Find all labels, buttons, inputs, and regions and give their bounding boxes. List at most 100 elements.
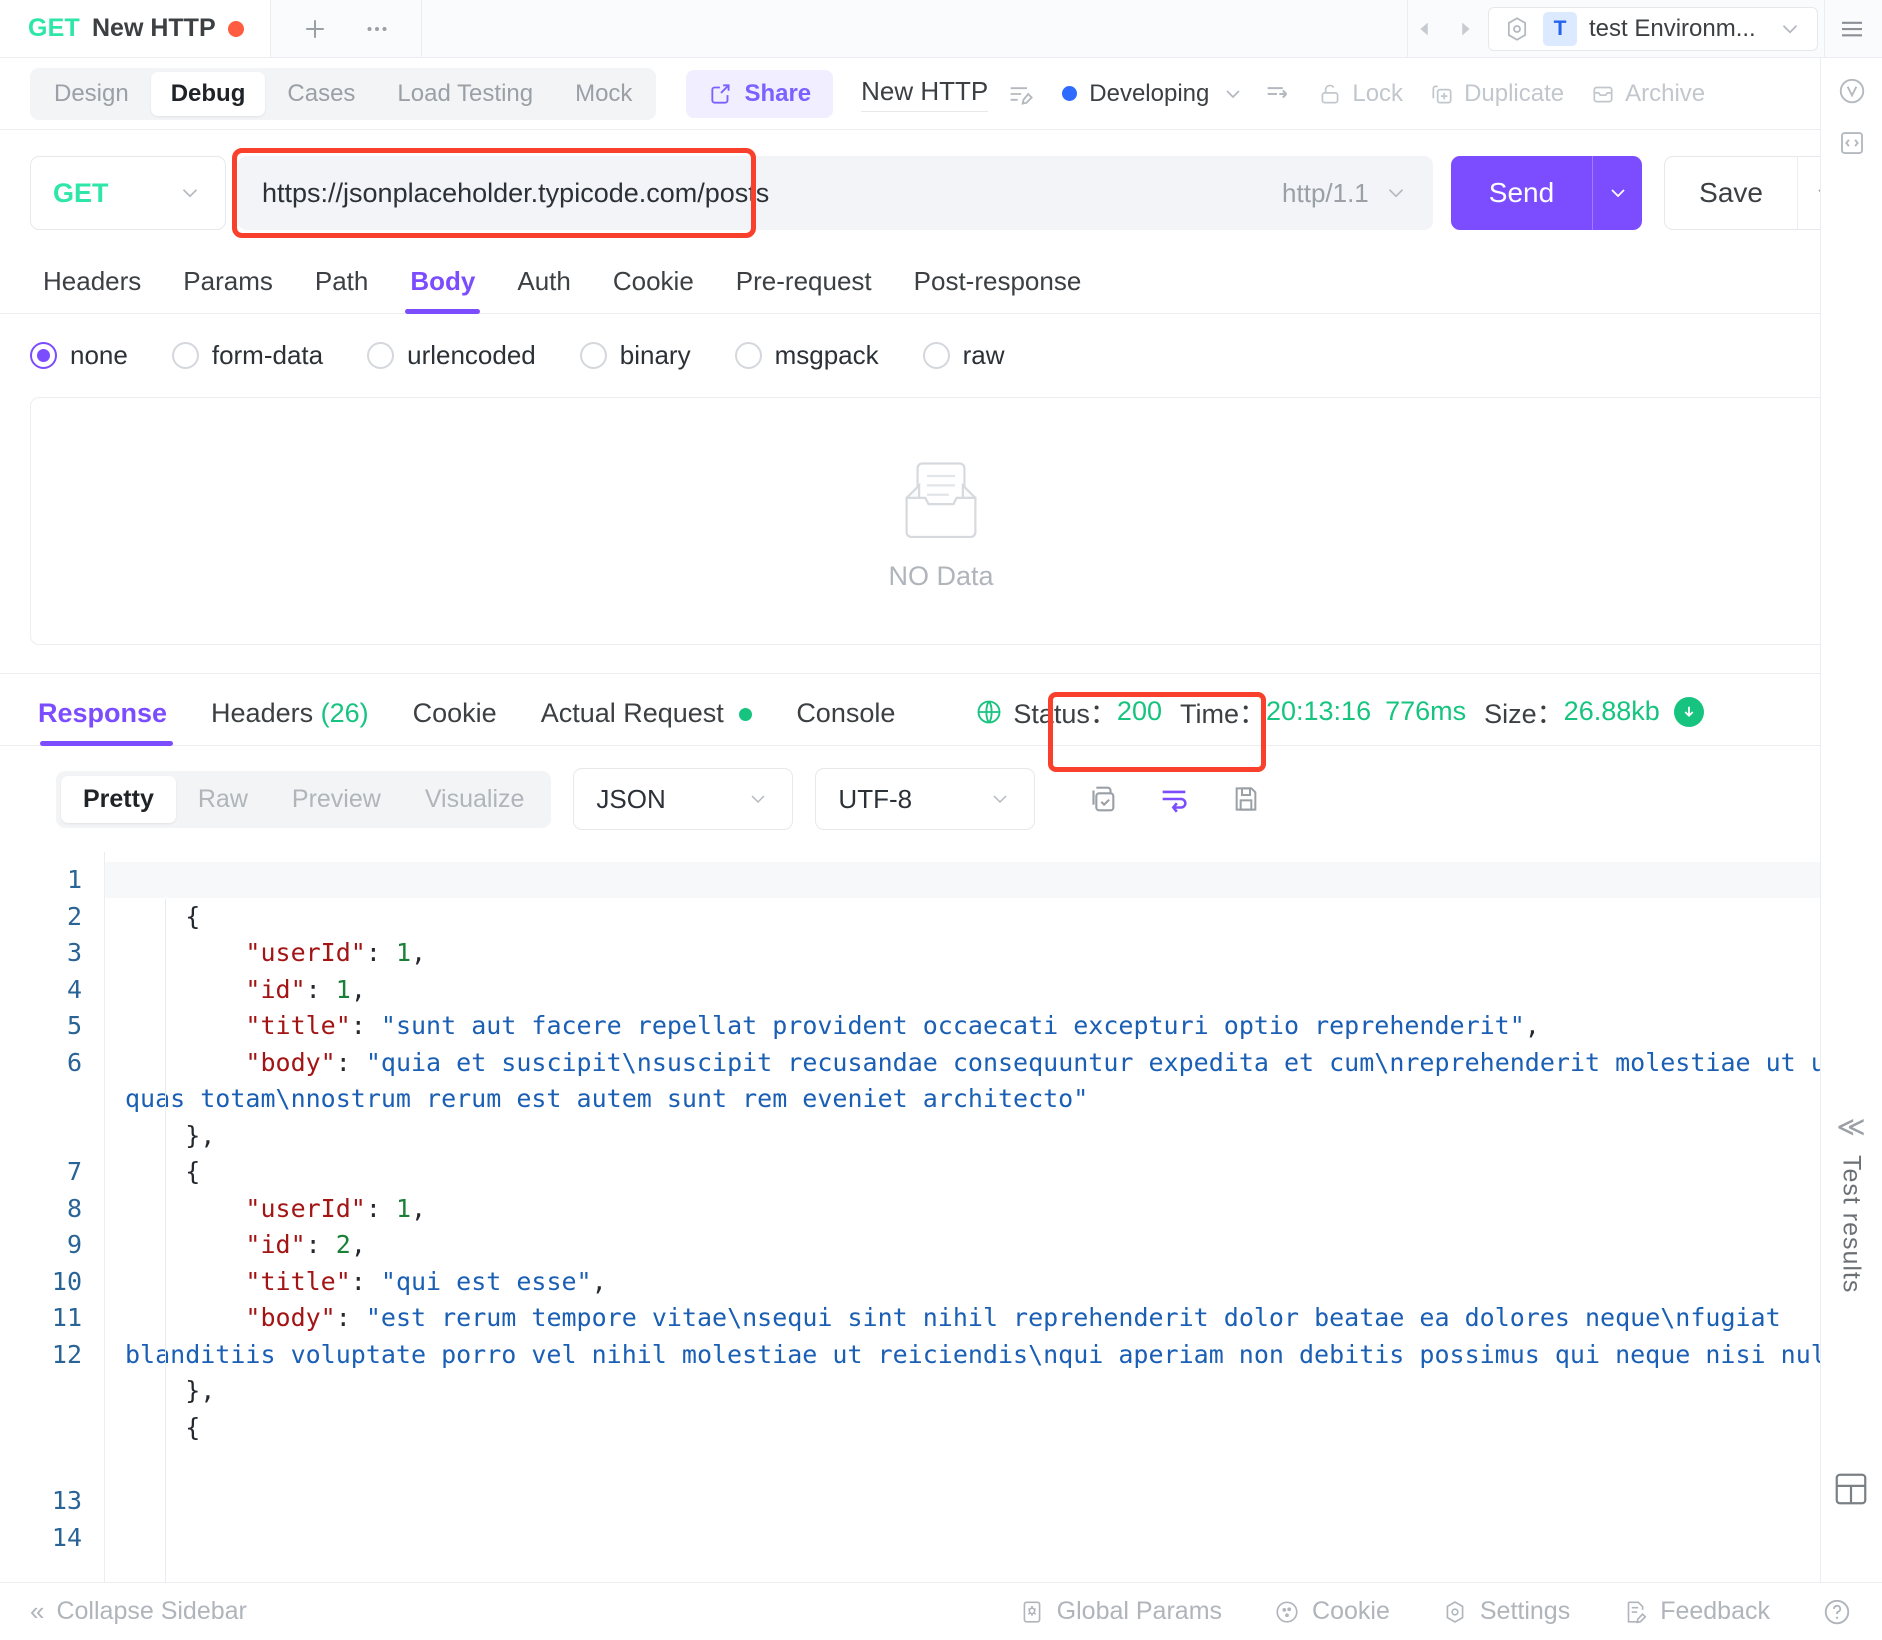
- view-preview[interactable]: Preview: [270, 776, 403, 823]
- more-tabs-button[interactable]: [351, 9, 403, 49]
- tab-design[interactable]: Design: [34, 72, 149, 116]
- headers-count: (26): [321, 698, 369, 728]
- line-number: 6: [0, 1045, 82, 1082]
- edit-description-icon[interactable]: [1006, 80, 1034, 108]
- send-options-caret[interactable]: [1592, 156, 1642, 230]
- tab-headers[interactable]: Headers: [30, 266, 162, 313]
- tab-actual-request[interactable]: Actual Request: [519, 698, 775, 745]
- tab-debug[interactable]: Debug: [151, 72, 266, 116]
- lock-button[interactable]: Lock: [1317, 80, 1403, 108]
- body-type-radio-group: none form-data urlencoded binary msgpack…: [0, 314, 1882, 393]
- archive-button[interactable]: Archive: [1590, 80, 1705, 108]
- view-pretty[interactable]: Pretty: [61, 776, 176, 823]
- tab-body[interactable]: Body: [389, 266, 496, 313]
- request-status-dropdown[interactable]: Developing: [1062, 80, 1245, 108]
- copy-check-icon[interactable]: [1075, 772, 1129, 826]
- request-tab-new-http[interactable]: GET New HTTP: [0, 0, 271, 57]
- tab-mock[interactable]: Mock: [555, 72, 652, 116]
- request-tab-method: GET: [28, 14, 80, 43]
- settings-button[interactable]: Settings: [1442, 1597, 1570, 1626]
- tab-cookie[interactable]: Cookie: [592, 266, 715, 313]
- body-type-none[interactable]: none: [30, 340, 128, 371]
- view-raw[interactable]: Raw: [176, 776, 270, 823]
- download-icon[interactable]: [1674, 697, 1704, 727]
- empty-inbox-icon: [891, 451, 991, 551]
- body-type-form-data-label: form-data: [212, 340, 323, 371]
- body-type-urlencoded-label: urlencoded: [407, 340, 536, 371]
- environment-name: test Environm...: [1589, 15, 1765, 43]
- encoding-select[interactable]: UTF-8: [815, 768, 1035, 830]
- main-menu-button[interactable]: [1824, 0, 1878, 58]
- tab-pre-request[interactable]: Pre-request: [715, 266, 893, 313]
- nav-prev-button[interactable]: [1408, 9, 1442, 49]
- request-status-label: Developing: [1089, 80, 1209, 108]
- response-code-viewer[interactable]: 1 2 3 4 5 6 7 8 9 10 11 12 13 14 [ { "us…: [0, 852, 1882, 1582]
- globe-icon: [975, 698, 1003, 726]
- format-value: JSON: [596, 784, 665, 815]
- wrap-lines-icon[interactable]: [1147, 772, 1201, 826]
- code-line: },: [125, 1373, 1882, 1410]
- add-tab-button[interactable]: [289, 9, 341, 49]
- request-title[interactable]: New HTTP: [861, 76, 988, 112]
- cookie-button[interactable]: Cookie: [1274, 1597, 1390, 1626]
- http-method-value: GET: [53, 178, 109, 209]
- chevron-down-icon[interactable]: [1383, 180, 1409, 206]
- protocol-value[interactable]: http/1.1: [1282, 178, 1369, 209]
- api-manager-icon[interactable]: [1837, 76, 1867, 106]
- line-number: 14: [0, 1520, 82, 1557]
- tab-cases[interactable]: Cases: [267, 72, 375, 116]
- test-results-panel-toggle[interactable]: ≪ Test results: [1821, 1110, 1881, 1293]
- line-number: 5: [0, 1008, 82, 1045]
- tab-response-headers[interactable]: Headers (26): [189, 698, 391, 745]
- tab-response-cookie[interactable]: Cookie: [391, 698, 519, 745]
- mode-segmented-control: Design Debug Cases Load Testing Mock: [30, 68, 656, 120]
- save-disk-icon[interactable]: [1219, 772, 1273, 826]
- response-viewer-toolbar: Pretty Raw Preview Visualize JSON UTF-8: [0, 746, 1882, 846]
- line-number: 12: [0, 1337, 82, 1374]
- view-visualize[interactable]: Visualize: [403, 776, 547, 823]
- tab-console[interactable]: Console: [774, 698, 917, 745]
- body-type-binary[interactable]: binary: [580, 340, 691, 371]
- tab-post-response[interactable]: Post-response: [893, 266, 1103, 313]
- tab-auth[interactable]: Auth: [496, 266, 592, 313]
- http-method-select[interactable]: GET: [30, 156, 226, 230]
- move-request-icon[interactable]: [1263, 80, 1291, 108]
- body-type-raw[interactable]: raw: [923, 340, 1005, 371]
- active-line-highlight: [105, 862, 1882, 898]
- url-row: GET https://jsonplaceholder.typicode.com…: [0, 130, 1882, 248]
- json-response-code[interactable]: [ { "userId": 1, "id": 1, "title": "sunt…: [105, 862, 1882, 1446]
- test-results-label: Test results: [1837, 1155, 1866, 1293]
- code-content-wrapper[interactable]: [ { "userId": 1, "id": 1, "title": "sunt…: [104, 852, 1882, 1582]
- url-input[interactable]: https://jsonplaceholder.typicode.com/pos…: [238, 156, 1433, 230]
- tab-bar: GET New HTTP T tes: [0, 0, 1882, 58]
- tab-response[interactable]: Response: [30, 698, 189, 745]
- archive-label: Archive: [1625, 80, 1705, 108]
- environment-selector[interactable]: T test Environm...: [1488, 7, 1818, 51]
- body-type-msgpack[interactable]: msgpack: [735, 340, 879, 371]
- tab-path[interactable]: Path: [294, 266, 390, 313]
- cookie-icon: [1274, 1599, 1300, 1625]
- collapse-sidebar-button[interactable]: « Collapse Sidebar: [30, 1596, 247, 1627]
- duplicate-button[interactable]: Duplicate: [1429, 80, 1564, 108]
- send-button[interactable]: Send: [1451, 156, 1642, 230]
- help-button[interactable]: [1822, 1597, 1852, 1627]
- code-line: "id": 1,: [125, 972, 1882, 1009]
- tab-load-testing[interactable]: Load Testing: [377, 72, 553, 116]
- share-button[interactable]: Share: [686, 70, 833, 118]
- nav-next-button[interactable]: [1448, 9, 1482, 49]
- body-type-urlencoded[interactable]: urlencoded: [367, 340, 536, 371]
- size-value: 26.88kb: [1564, 696, 1660, 727]
- format-select[interactable]: JSON: [573, 768, 793, 830]
- code-line: {: [125, 899, 1882, 936]
- body-type-raw-label: raw: [963, 340, 1005, 371]
- tab-params[interactable]: Params: [162, 266, 294, 313]
- line-number: 8: [0, 1191, 82, 1228]
- code-line: {: [125, 1410, 1882, 1447]
- body-type-form-data[interactable]: form-data: [172, 340, 323, 371]
- layout-toggle-icon[interactable]: [1832, 1470, 1870, 1508]
- feedback-button[interactable]: Feedback: [1622, 1597, 1770, 1626]
- global-params-button[interactable]: Global Params: [1019, 1597, 1222, 1626]
- duration-value: 776ms: [1385, 696, 1466, 727]
- code-snippet-icon[interactable]: [1837, 128, 1867, 158]
- url-value: https://jsonplaceholder.typicode.com/pos…: [262, 178, 1268, 209]
